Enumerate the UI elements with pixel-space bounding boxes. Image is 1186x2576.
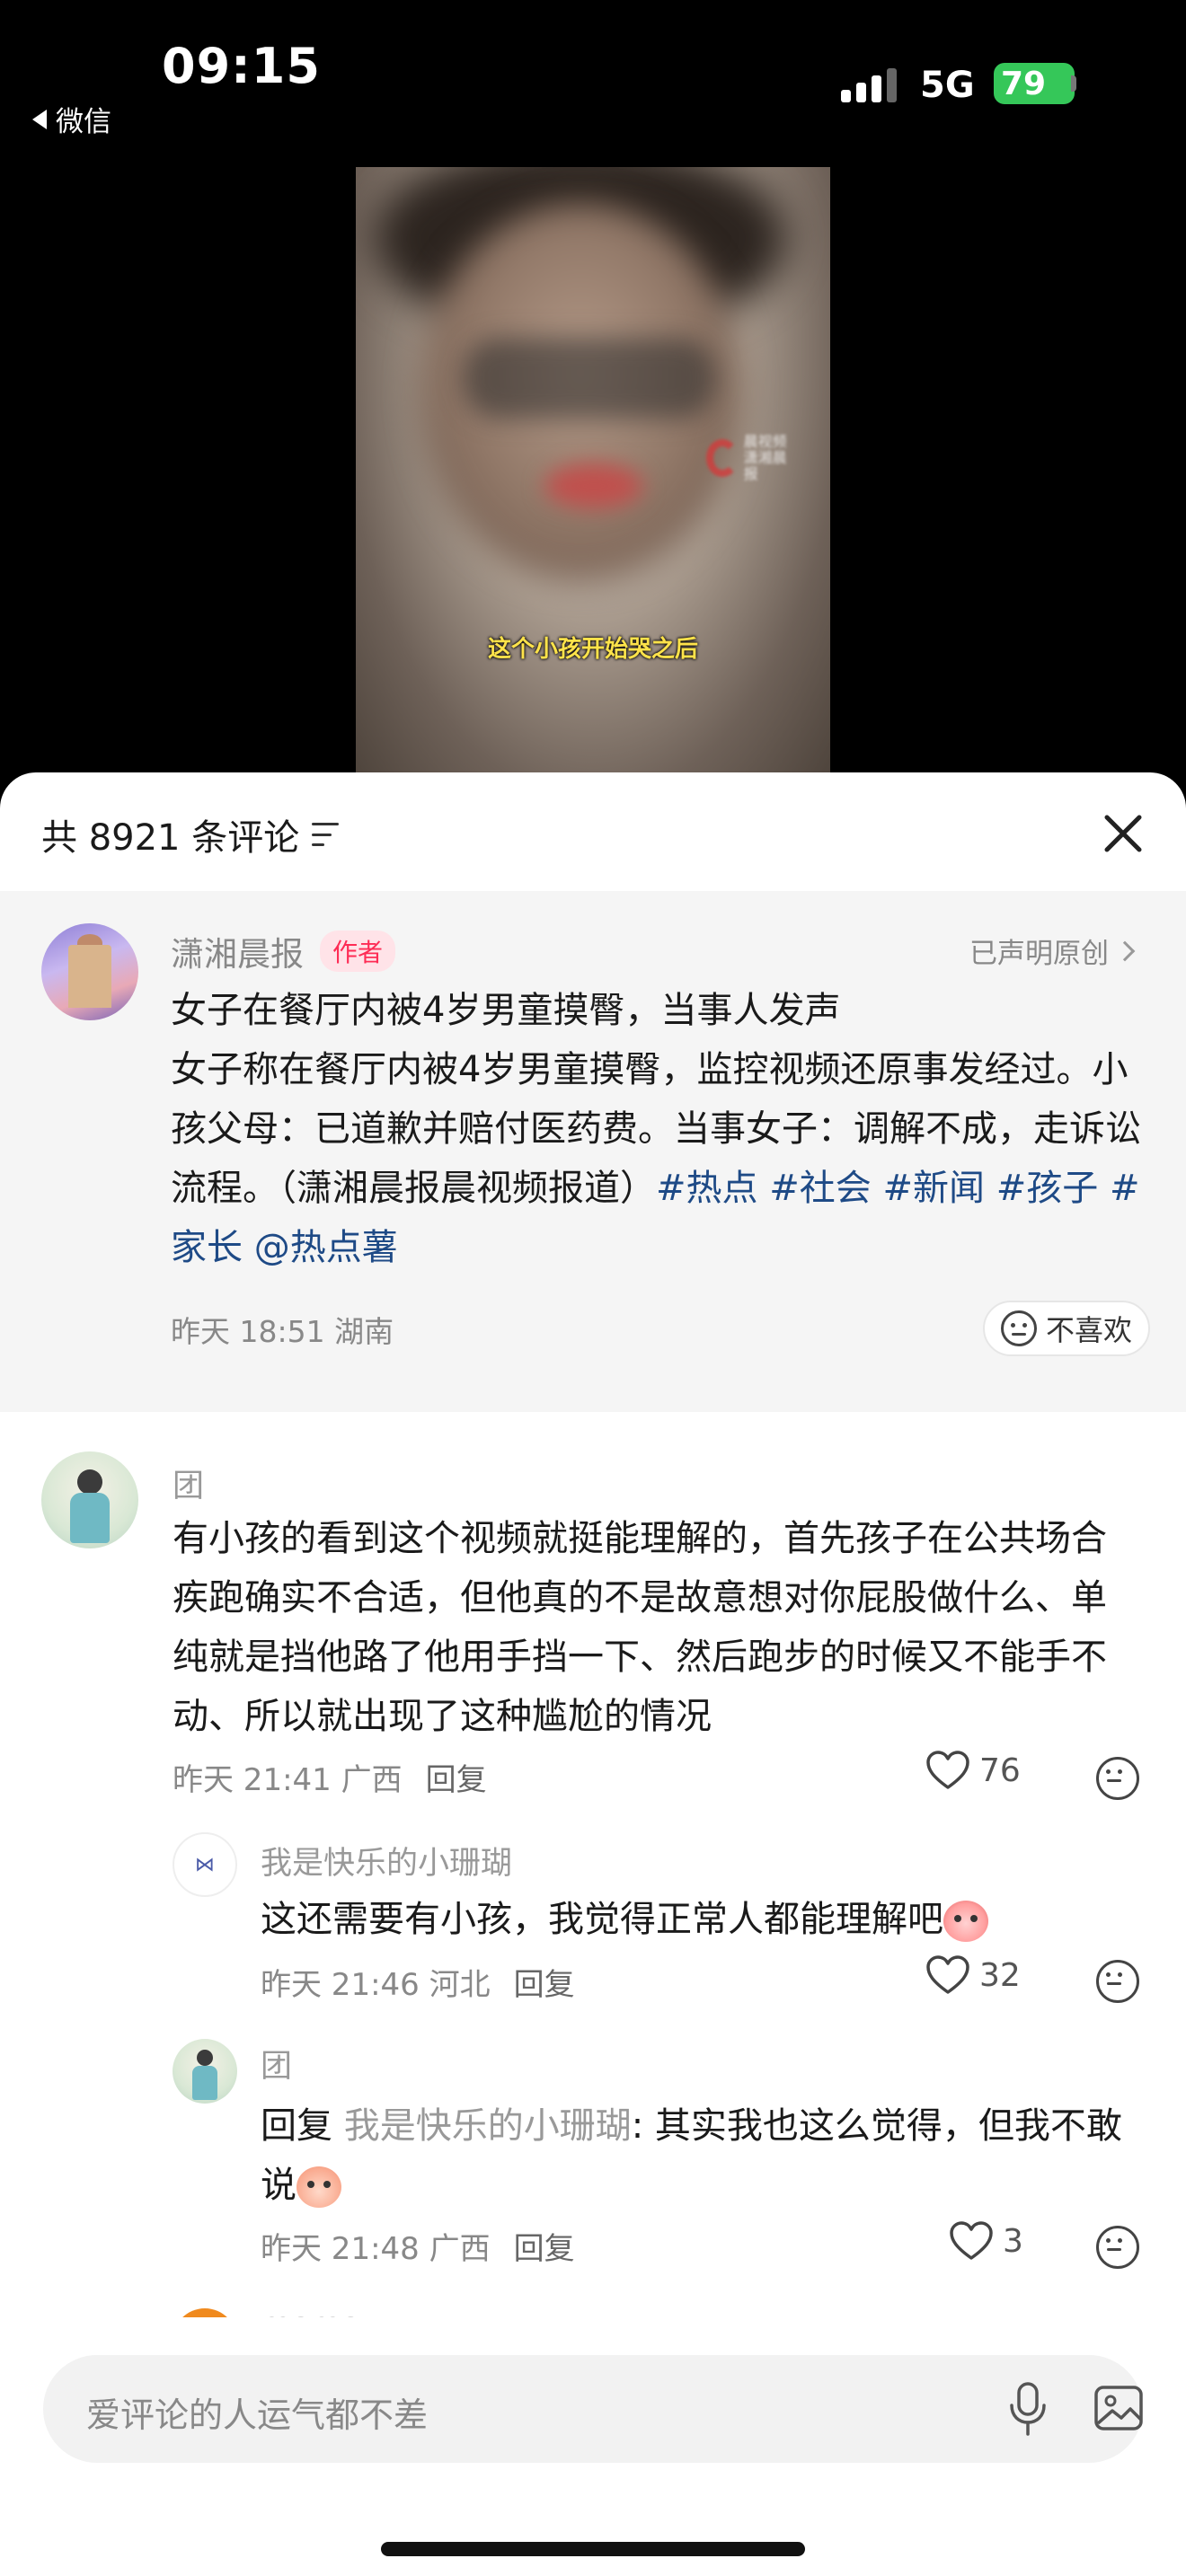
reply-meta: 昨天 21:46 河北 回复 [261, 1960, 575, 2004]
comment-dislike-button[interactable] [1096, 2226, 1139, 2269]
commenter-name[interactable]: 团 [173, 1460, 204, 1506]
comment-sheet-header: 共 8921 条评论 [0, 772, 1186, 891]
comment-count-sort[interactable]: 共 8921 条评论 [41, 808, 340, 860]
video-watermark: 晨视频 潇湘晨报 [706, 433, 787, 482]
mention-hot-potato[interactable]: @热点薯 [254, 1227, 398, 1268]
comment-input-placeholder: 爱评论的人运气都不差 [86, 2395, 429, 2435]
reply-author-name[interactable]: 团 [261, 2041, 292, 2086]
battery-level: 79 [1001, 65, 1047, 102]
like-count: 32 [979, 1956, 1021, 1994]
comment-dislike-button[interactable] [1096, 1960, 1139, 2003]
neutral-face-icon [1096, 1960, 1139, 2003]
dislike-label: 不喜欢 [1046, 1313, 1133, 1347]
shy-emoji-icon [296, 2166, 341, 2208]
comment-count-title: 共 8921 条评论 [41, 817, 300, 859]
watermark-logo-icon [706, 439, 739, 477]
heart-icon [950, 2221, 993, 2260]
neutral-face-icon [1001, 1310, 1037, 1346]
tag-children[interactable]: #孩子 [996, 1168, 1099, 1209]
heart-icon [926, 1751, 969, 1789]
reply-to-name[interactable]: 我是快乐的小珊瑚 [344, 2105, 632, 2147]
comment-input[interactable]: 爱评论的人运气都不差 [43, 2355, 1143, 2463]
status-time: 09:15 [162, 38, 321, 94]
signal-icon [841, 63, 897, 102]
reply-avatar[interactable]: ⋈ [173, 1832, 237, 1897]
pinned-post-title: 女子在餐厅内被4岁男童摸臀，当事人发声 [171, 990, 841, 1031]
comment-input-area: 爱评论的人运气都不差 [0, 2317, 1186, 2576]
sort-icon[interactable] [312, 823, 340, 846]
reply-button[interactable]: 回复 [426, 1755, 487, 1799]
pinned-time-location: 昨天 18:51 湖南 [171, 1314, 394, 1349]
reply-button[interactable]: 回复 [514, 2224, 575, 2268]
reply-time-location: 昨天 21:48 广西 [261, 2231, 491, 2267]
image-icon[interactable] [1093, 2382, 1145, 2434]
video-subtitle: 这个小孩开始哭之后 [487, 636, 698, 663]
like-count: 76 [979, 1751, 1021, 1789]
like-button[interactable]: 3 [949, 2220, 1023, 2262]
back-arrow-icon [32, 109, 47, 129]
home-indicator [381, 2542, 805, 2556]
reply-text-content: 这还需要有小孩，我觉得正常人都能理解吧 [261, 1899, 943, 1940]
heart-icon [926, 1955, 969, 1994]
chevron-right-icon [1114, 940, 1136, 961]
microphone-icon[interactable] [1005, 2380, 1051, 2438]
reply-prefix: 回复 [261, 2105, 332, 2147]
author-badge: 作者 [320, 931, 396, 972]
pinned-author-name[interactable]: 潇湘晨报 [171, 927, 304, 975]
close-icon[interactable] [1098, 808, 1148, 859]
reply-avatar[interactable] [173, 2039, 237, 2104]
reply-author-name[interactable]: 我是快乐的小珊瑚 [261, 1838, 512, 1883]
back-to-wechat-link[interactable]: 微信 [32, 99, 111, 139]
commenter-avatar[interactable] [41, 1451, 138, 1548]
comment-time-location: 昨天 21:41 广西 [173, 1762, 403, 1798]
tag-society[interactable]: #社会 [769, 1168, 872, 1209]
pinned-author-row: 潇湘晨报 作者 [171, 927, 396, 975]
neutral-face-icon [1096, 1757, 1139, 1800]
tag-news[interactable]: #新闻 [882, 1168, 985, 1209]
author-avatar[interactable] [41, 923, 138, 1020]
reply-text: 回复 我是快乐的小珊瑚: 其实我也这么觉得，但我不敢说 [261, 2096, 1141, 2215]
crying-emoji-icon [943, 1901, 988, 1942]
reply-text: 这还需要有小孩，我觉得正常人都能理解吧 [261, 1890, 1123, 1949]
like-button[interactable]: 32 [925, 1954, 1021, 1996]
reply-button[interactable]: 回复 [514, 1960, 575, 2004]
battery-cap [1071, 75, 1076, 92]
bow-icon: ⋈ [195, 1853, 215, 1876]
comment-dislike-button[interactable] [1096, 1757, 1139, 1800]
reply-time-location: 昨天 21:46 河北 [261, 1967, 491, 2003]
comment-meta: 昨天 21:41 广西 回复 [173, 1755, 487, 1799]
neutral-face-icon [1096, 2226, 1139, 2269]
battery-icon: 79 [994, 63, 1075, 104]
original-declaration-link[interactable]: 已声明原创 [969, 931, 1136, 971]
pinned-post-text: 女子在餐厅内被4岁男童摸臀，当事人发声 女子称在餐厅内被4岁男童摸臀，监控视频还… [171, 981, 1150, 1277]
back-label: 微信 [56, 106, 111, 138]
video-player[interactable]: 晨视频 潇湘晨报 这个小孩开始哭之后 [356, 167, 830, 776]
original-label: 已声明原创 [969, 938, 1109, 970]
like-button[interactable]: 76 [925, 1750, 1021, 1791]
tag-hot[interactable]: #热点 [656, 1168, 758, 1209]
reply-meta: 昨天 21:48 广西 回复 [261, 2224, 575, 2268]
watermark-line1: 晨视频 [743, 433, 787, 450]
network-type: 5G [920, 65, 975, 106]
like-count: 3 [1003, 2222, 1023, 2260]
comment-text: 有小孩的看到这个视频就挺能理解的，首先孩子在公共场合疾跑确实不合适，但他真的不是… [173, 1518, 1107, 1737]
watermark-line2: 潇湘晨报 [743, 449, 787, 482]
dislike-button[interactable]: 不喜欢 [983, 1301, 1151, 1356]
